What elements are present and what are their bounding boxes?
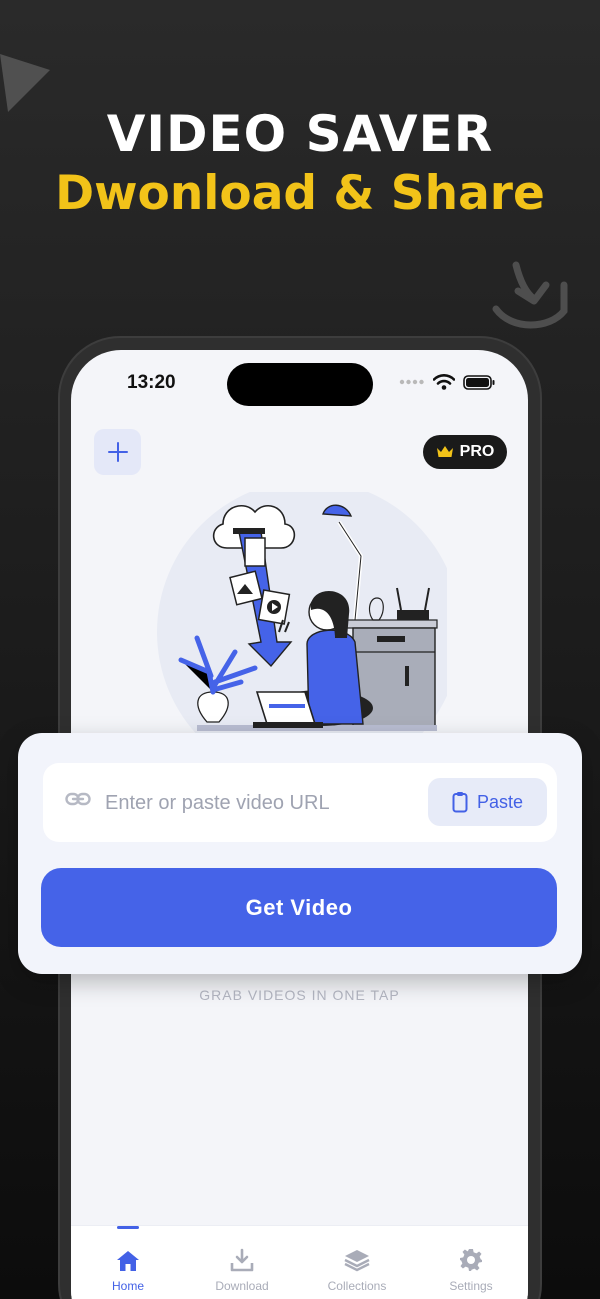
dynamic-island <box>227 363 373 406</box>
active-tab-indicator <box>117 1226 139 1229</box>
pro-label: PRO <box>459 443 495 460</box>
url-field[interactable]: Paste <box>43 763 557 842</box>
paste-label: Paste <box>476 791 524 812</box>
download-icon <box>230 1248 254 1272</box>
tab-settings[interactable]: Settings <box>414 1226 528 1299</box>
layers-icon <box>344 1250 370 1272</box>
pro-button[interactable]: PRO <box>423 435 507 469</box>
tab-bar: Home Download Collections Settings <box>71 1225 528 1299</box>
wifi-icon <box>433 374 455 390</box>
add-button[interactable] <box>94 429 141 475</box>
tab-settings-label: Settings <box>449 1279 493 1293</box>
url-card: Paste Get Video <box>18 733 582 974</box>
promo-title: VIDEO SAVER <box>106 105 494 163</box>
plus-icon <box>107 442 128 462</box>
get-video-button[interactable]: Get Video <box>41 868 557 947</box>
status-time: 13:20 <box>127 372 176 393</box>
tab-collections-label: Collections <box>327 1279 387 1293</box>
signal-icon <box>399 379 424 385</box>
get-video-label: Get Video <box>245 894 353 920</box>
url-input[interactable] <box>105 785 415 821</box>
paste-button[interactable]: Paste <box>428 778 547 826</box>
tab-download-label: Download <box>215 1279 269 1293</box>
tab-collections[interactable]: Collections <box>300 1226 414 1299</box>
tagline: GRAB VIDEOS IN ONE TAP <box>199 987 400 1003</box>
decorative-download-arrow-icon <box>492 261 568 329</box>
clipboard-icon <box>452 792 468 813</box>
link-icon <box>65 792 91 806</box>
tab-home-label: Home <box>111 1279 144 1293</box>
gear-icon <box>460 1249 482 1271</box>
battery-icon <box>463 374 495 390</box>
tab-download[interactable]: Download <box>185 1226 299 1299</box>
tab-home[interactable]: Home <box>71 1226 185 1299</box>
crown-icon <box>436 446 453 457</box>
status-icons <box>399 374 495 390</box>
home-icon <box>117 1251 139 1271</box>
promo-subtitle: Dwonload & Share <box>55 166 545 221</box>
hero-illustration <box>157 492 447 737</box>
